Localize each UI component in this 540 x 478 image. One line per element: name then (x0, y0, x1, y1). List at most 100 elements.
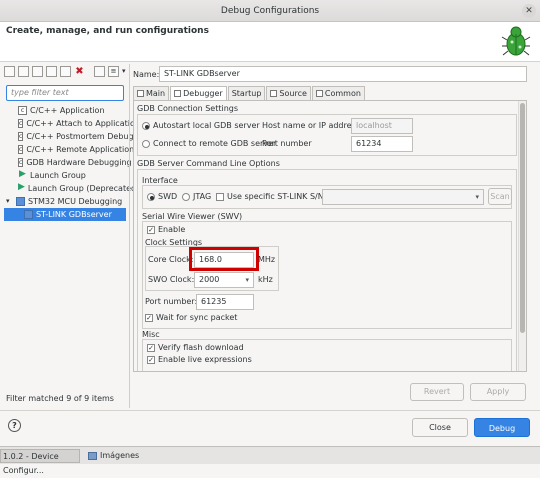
source-tab-icon (270, 90, 278, 97)
config-tree: c C/C++ Application c C/C++ Attach to Appl… (4, 104, 147, 386)
use-sn-option[interactable]: Use specific ST-LINK S/N (216, 191, 324, 203)
debugger-tab-content: GDB Connection Settings Autostart local … (133, 100, 527, 372)
tree-item-c-postmortem[interactable]: c C/C++ Postmortem Debugger (4, 130, 147, 143)
taskbar-item-device-config[interactable]: 1.0.2 - Device Configur... (0, 449, 80, 475)
wait-sync-option[interactable]: ✓ Wait for sync packet (145, 312, 237, 324)
name-input[interactable]: ST-LINK GDBserver (159, 66, 527, 82)
verify-flash-option[interactable]: ✓ Verify flash download (147, 342, 244, 354)
duplicate-icon[interactable] (46, 66, 57, 77)
panel-divider[interactable] (129, 64, 130, 408)
dialog-header: Create, manage, and run configurations (0, 22, 540, 62)
tab-main[interactable]: Main (133, 86, 170, 100)
taskbar-item-imagenes[interactable]: Imágenes (86, 449, 166, 463)
close-window-icon[interactable]: ✕ (522, 4, 536, 18)
tree-item-gdb-hardware[interactable]: c GDB Hardware Debugging (4, 156, 132, 169)
swv-port-label: Port number: (145, 297, 198, 306)
tree-item-c-remote[interactable]: c C/C++ Remote Application (4, 143, 134, 156)
filter-status: Filter matched 9 of 9 items (6, 394, 114, 403)
collapse-all-icon[interactable] (94, 66, 105, 77)
tab-source[interactable]: Source (266, 86, 311, 100)
launch-group-icon: ▶ (19, 169, 26, 179)
tree-item-st-link-gdbserver[interactable]: ST-LINK GDBserver (4, 208, 126, 221)
use-sn-checkbox[interactable] (216, 192, 224, 201)
connect-remote-option[interactable]: Connect to remote GDB server (142, 138, 276, 150)
window-titlebar: Debug Configurations ✕ (0, 0, 540, 22)
taskbar: 1.0.2 - Device Configur... Imágenes (0, 446, 540, 475)
swo-clock-label: SWO Clock: (148, 275, 195, 284)
bug-icon (501, 26, 531, 56)
connect-remote-radio[interactable] (142, 139, 150, 148)
tree-item-launch-group[interactable]: ▶ Launch Group (4, 169, 126, 182)
verify-flash-checkbox[interactable]: ✓ (147, 343, 155, 352)
tab-debugger[interactable]: Debugger (170, 86, 227, 100)
name-label: Name: (133, 70, 160, 79)
launch-group-icon: ▶ (18, 182, 25, 192)
wait-sync-checkbox[interactable]: ✓ (145, 313, 153, 322)
delete-icon[interactable]: ✖ (74, 66, 85, 77)
content-scrollbar[interactable] (518, 101, 526, 371)
main-tab-icon (137, 90, 144, 97)
jtag-option[interactable]: JTAG (182, 191, 211, 203)
expand-arrow-icon[interactable]: ▾ (6, 195, 16, 208)
swd-radio[interactable] (147, 192, 155, 201)
tree-item-launch-group-deprecated[interactable]: ▶ Launch Group (Deprecated) (4, 182, 139, 195)
swd-option[interactable]: SWD (147, 191, 177, 203)
host-label: Host name or IP address (262, 121, 360, 130)
apply-button[interactable]: Apply (470, 383, 526, 401)
chevron-down-icon: ▾ (245, 276, 249, 284)
swo-clock-unit: kHz (258, 275, 273, 284)
live-expr-checkbox[interactable]: ✓ (147, 355, 155, 364)
window-title: Debug Configurations (220, 6, 320, 16)
filter-input[interactable]: type filter text (6, 85, 124, 101)
misc-title: Misc (142, 330, 160, 339)
autostart-option[interactable]: Autostart local GDB server (142, 120, 260, 132)
folder-icon (88, 451, 97, 460)
stm32-config-icon (16, 197, 25, 206)
c-config-icon: c (18, 119, 24, 128)
tree-item-c-application[interactable]: c C/C++ Application (4, 104, 126, 117)
filter-menu-icon[interactable]: ≡ (108, 66, 119, 77)
swo-clock-select[interactable]: 2000 ▾ (194, 272, 254, 288)
new-config-icon[interactable] (4, 66, 15, 77)
chevron-down-icon: ▾ (475, 193, 479, 201)
tab-common[interactable]: Common (311, 86, 365, 100)
jtag-radio[interactable] (182, 192, 190, 201)
c-config-icon: c (18, 132, 24, 141)
c-config-icon: c (18, 158, 24, 167)
swv-enable-checkbox[interactable]: ✓ (147, 225, 155, 234)
autostart-radio[interactable] (142, 121, 150, 130)
common-tab-icon (315, 90, 323, 97)
help-icon[interactable]: ? (8, 419, 21, 432)
scrollbar-thumb[interactable] (520, 103, 525, 333)
tree-item-c-attach[interactable]: c C/C++ Attach to Application (4, 117, 140, 130)
core-clock-label: Core Clock: (148, 255, 194, 264)
revert-button[interactable]: Revert (410, 383, 464, 401)
c-config-icon: c (18, 106, 27, 115)
export-icon[interactable] (32, 66, 43, 77)
left-toolbar: ✖ ≡ ▾ (4, 66, 126, 80)
live-expr-option[interactable]: ✓ Enable live expressions (147, 354, 252, 366)
port-label: Port number (262, 139, 312, 148)
chevron-down-icon[interactable]: ▾ (122, 66, 126, 80)
swv-enable-option[interactable]: ✓ Enable (147, 224, 185, 236)
host-input[interactable]: localhost (351, 118, 413, 134)
swv-title: Serial Wire Viewer (SWV) (142, 212, 243, 221)
gdb-connection-title: GDB Connection Settings (137, 104, 239, 113)
debug-button[interactable]: Debug (474, 418, 530, 437)
save-icon[interactable] (60, 66, 71, 77)
header-text: Create, manage, and run configurations (6, 26, 209, 36)
tree-item-stm32-mcu[interactable]: ▾ STM32 MCU Debugging (4, 195, 126, 208)
stm32-config-icon (24, 210, 33, 219)
scan-button[interactable]: Scan (488, 188, 512, 205)
close-button[interactable]: Close (412, 418, 468, 437)
config-tabs: Main Debugger Startup Source Common (133, 86, 366, 100)
debugger-tab-icon (174, 90, 182, 97)
port-input[interactable]: 61234 (351, 136, 413, 152)
sn-select[interactable]: ▾ (322, 189, 484, 205)
gdb-server-title: GDB Server Command Line Options (137, 159, 280, 168)
tab-startup[interactable]: Startup (227, 86, 266, 100)
swv-port-input[interactable]: 61235 (196, 294, 254, 310)
new-prototype-icon[interactable] (18, 66, 29, 77)
interface-title: Interface (142, 176, 178, 185)
core-clock-unit: MHz (258, 255, 276, 264)
